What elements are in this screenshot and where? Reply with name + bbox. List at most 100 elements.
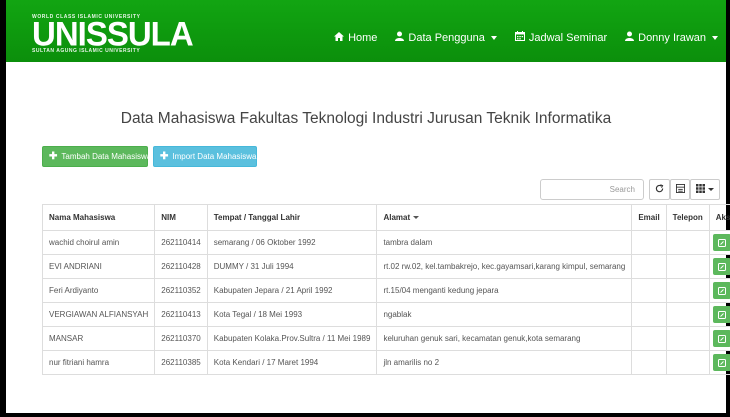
cell-ttl: Kota Tegal / 18 Mei 1993 — [206, 302, 378, 327]
cell-nim: 262110428 — [154, 254, 208, 279]
nav-home-label: Home — [348, 31, 378, 44]
grid-icon — [696, 183, 705, 196]
cell-telepon — [665, 302, 710, 327]
cell-nama: Feri Ardiyanto — [41, 278, 156, 303]
add-mahasiswa-button[interactable]: ✚ Tambah Data Mahasiswa — [42, 146, 152, 167]
edit-button[interactable] — [712, 234, 730, 251]
cell-alamat: rt.02 rw.02, kel.tambakrejo, kec.gayamsa… — [376, 254, 633, 279]
cell-telepon — [665, 278, 710, 303]
table-row: MANSAR 262110370 Kabupaten Kolaka.Prov.Sul… — [41, 326, 730, 351]
edit-button[interactable] — [712, 258, 730, 275]
chevron-down-icon — [490, 35, 497, 40]
cell-ttl: Kabupaten Kolaka.Prov.Sultra / 11 Mei 19… — [206, 326, 378, 351]
edit-icon — [717, 358, 726, 367]
nav-data-pengguna-label: Data Pengguna — [408, 31, 485, 44]
plus-icon: ✚ — [160, 151, 169, 162]
cell-telepon — [665, 350, 710, 375]
cell-aksi — [708, 230, 730, 255]
edit-icon — [717, 310, 726, 319]
home-icon — [334, 31, 345, 44]
brand-name: UNISSULA — [32, 14, 194, 53]
header-aksi: Aksi — [708, 204, 730, 231]
import-mahasiswa-button[interactable]: ✚ Import Data Mahasiswa — [153, 146, 257, 167]
header-nim[interactable]: NIM — [154, 204, 208, 231]
main-content: Data Mahasiswa Fakultas Teknologi Indust… — [6, 62, 730, 413]
edit-icon — [717, 262, 726, 271]
nav-user-menu[interactable]: Donny Irawan — [625, 31, 718, 44]
cell-nim: 262110370 — [154, 326, 208, 351]
edit-button[interactable] — [712, 330, 730, 347]
nav-home[interactable]: Home — [334, 31, 377, 44]
cell-ttl: semarang / 06 Oktober 1992 — [206, 230, 378, 255]
header-email[interactable]: Email — [631, 204, 667, 231]
header-nama[interactable]: Nama Mahasiswa — [41, 204, 156, 231]
refresh-icon — [655, 183, 664, 196]
cell-email — [631, 302, 667, 327]
search-input[interactable]: Search — [540, 179, 644, 200]
cell-email — [631, 326, 667, 351]
brand-tagline-bottom: SULTAN AGUNG ISLAMIC UNIVERSITY — [32, 48, 141, 54]
header-ttl[interactable]: Tempat / Tanggal Lahir — [206, 204, 378, 231]
cell-telepon — [665, 326, 710, 351]
edit-button[interactable] — [712, 282, 730, 299]
nav-jadwal-seminar[interactable]: Jadwal Seminar — [514, 31, 608, 44]
cell-email — [631, 278, 667, 303]
cell-email — [631, 230, 667, 255]
plus-icon: ✚ — [49, 151, 58, 162]
cell-nama: MANSAR — [41, 326, 156, 351]
calendar-icon — [514, 31, 525, 44]
nav-data-pengguna[interactable]: Data Pengguna — [395, 31, 497, 44]
navbar: WORLD CLASS ISLAMIC UNIVERSITY UNISSULA … — [6, 0, 726, 62]
chevron-down-icon — [712, 35, 718, 40]
page-title: Data Mahasiswa Fakultas Teknologi Indust… — [120, 110, 612, 127]
cell-nama: nur fitriani hamra — [41, 350, 156, 375]
edit-button[interactable] — [712, 306, 730, 323]
refresh-button[interactable] — [649, 179, 670, 200]
cell-nama: VERGIAWAN ALFIANSYAH — [41, 302, 156, 327]
cell-nama: EVI ANDRIANI — [41, 254, 156, 279]
table-row: Feri Ardiyanto 262110352 Kabupaten Jepara … — [41, 278, 730, 303]
toggle-view-button[interactable] — [670, 179, 690, 200]
nav-user-label: Donny Irawan — [638, 31, 706, 44]
table-body: wachid choirul amin 262110414 semarang / 0… — [41, 230, 730, 375]
brand-logo[interactable]: WORLD CLASS ISLAMIC UNIVERSITY UNISSULA … — [32, 14, 194, 54]
edit-icon — [717, 334, 726, 343]
cell-alamat: ngablak — [376, 302, 633, 327]
cell-ttl: DUMMY / 31 Juli 1994 — [206, 254, 378, 279]
user-icon — [395, 31, 405, 44]
table-row: VERGIAWAN ALFIANSYAH 262110413 Kota Tegal … — [41, 302, 730, 327]
window-frame-bottom — [0, 413, 730, 417]
header-alamat-label: Alamat — [383, 213, 411, 222]
edit-button[interactable] — [712, 354, 730, 371]
table-row: EVI ANDRIANI 262110428 DUMMY / 31 Juli 199… — [41, 254, 730, 279]
cell-aksi — [708, 278, 730, 303]
nav-jadwal-seminar-label: Jadwal Seminar — [528, 31, 608, 44]
cell-alamat: rt.15/04 menganti kedung jepara — [376, 278, 633, 303]
edit-icon — [717, 238, 726, 247]
import-mahasiswa-label: Import Data Mahasiswa — [172, 152, 257, 161]
cell-aksi — [708, 326, 730, 351]
cell-alamat: tambra dalam — [376, 230, 633, 255]
cell-telepon — [665, 230, 710, 255]
add-mahasiswa-label: Tambah Data Mahasiswa — [61, 152, 152, 161]
cell-telepon — [665, 254, 710, 279]
columns-dropdown-button[interactable] — [690, 179, 720, 200]
table-row: nur fitriani hamra 262110385 Kota Kendari … — [41, 350, 730, 375]
edit-icon — [717, 286, 726, 295]
cell-nim: 262110414 — [154, 230, 208, 255]
cell-ttl: Kota Kendari / 17 Maret 1994 — [206, 350, 378, 375]
cell-nim: 262110352 — [154, 278, 208, 303]
cell-ttl: Kabupaten Jepara / 21 April 1992 — [206, 278, 378, 303]
cell-aksi — [708, 254, 730, 279]
user-icon — [625, 31, 635, 44]
sort-icon — [413, 216, 420, 220]
table-row: wachid choirul amin 262110414 semarang / 0… — [41, 230, 730, 255]
header-alamat[interactable]: Alamat — [376, 204, 633, 231]
cell-nim: 262110413 — [154, 302, 208, 327]
chevron-down-icon — [708, 188, 714, 191]
cell-alamat: keluruhan genuk sari, kecamatan genuk,ko… — [376, 326, 633, 351]
cell-alamat: jln amarilis no 2 — [376, 350, 633, 375]
header-telepon[interactable]: Telepon — [665, 204, 710, 231]
nav-menu: Home Data Pengguna Jadwal Seminar Donny … — [334, 31, 718, 44]
cell-nama: wachid choirul amin — [41, 230, 156, 255]
